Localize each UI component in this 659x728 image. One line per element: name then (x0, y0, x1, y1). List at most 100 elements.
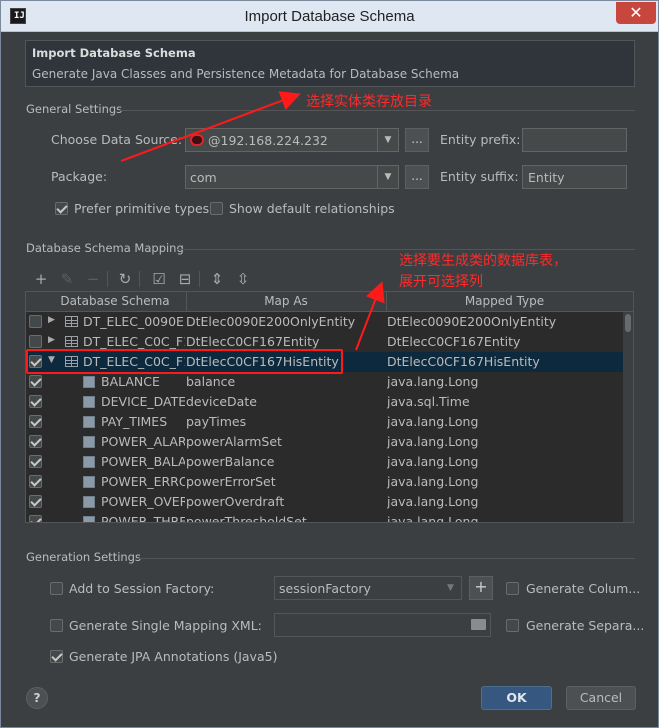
chevron-down-icon[interactable]: ▼ (377, 129, 398, 151)
show-default-rel-label: Show default relationships (229, 201, 395, 216)
database-icon (190, 134, 204, 146)
cell-map-as[interactable]: powerErrorSet (186, 474, 384, 489)
add-icon[interactable]: + (31, 269, 51, 289)
cell-mapped-type[interactable]: java.lang.Long (387, 514, 619, 522)
table-row[interactable]: POWER_ERRO powerErrorSet java.lang.Long (26, 472, 623, 492)
table-row[interactable]: BALANCE balance java.lang.Long (26, 372, 623, 392)
table-row[interactable]: POWER_OVER powerOverdraft java.lang.Long (26, 492, 623, 512)
jpa-annotations-label: Generate JPA Annotations (Java5) (69, 649, 278, 664)
prefer-primitive-checkbox[interactable] (55, 202, 68, 215)
cell-mapped-type[interactable]: java.lang.Long (387, 374, 619, 389)
scroll-thumb[interactable] (625, 314, 631, 332)
collapse-all-icon[interactable]: ⇳ (233, 269, 253, 289)
remove-icon[interactable]: − (83, 269, 103, 289)
unselect-all-icon[interactable]: ⊟ (175, 269, 195, 289)
cell-map-as[interactable]: payTimes (186, 414, 384, 429)
expand-all-icon[interactable]: ⇕ (207, 269, 227, 289)
package-value: com (190, 170, 217, 185)
cell-mapped-type[interactable]: java.lang.Long (387, 434, 619, 449)
browse-data-source-button[interactable]: ... (405, 128, 429, 152)
row-checkbox[interactable] (29, 475, 42, 488)
row-checkbox[interactable] (29, 335, 42, 348)
edit-icon[interactable]: ✎ (57, 269, 77, 289)
data-source-label: Choose Data Source: (51, 132, 183, 147)
cell-mapped-type[interactable]: DtElecC0CF167Entity (387, 334, 619, 349)
single-mapping-checkbox[interactable] (50, 619, 63, 632)
package-label: Package: (51, 169, 108, 184)
column-header-schema[interactable]: Database Schema (46, 294, 184, 308)
entity-suffix-field[interactable]: Entity (522, 165, 627, 189)
show-default-rel-checkbox[interactable] (210, 202, 223, 215)
cell-mapped-type[interactable]: java.sql.Time (387, 394, 619, 409)
column-icon (83, 436, 95, 448)
cell-map-as[interactable]: powerBalance (186, 454, 384, 469)
browse-package-button[interactable]: ... (405, 165, 429, 189)
table-row[interactable]: DEVICE_DATE deviceDate java.sql.Time (26, 392, 623, 412)
table-row[interactable]: POWER_ALARI powerAlarmSet java.lang.Long (26, 432, 623, 452)
cell-map-as[interactable]: DtElec0090E200OnlyEntity (186, 314, 384, 329)
row-checkbox[interactable] (29, 455, 42, 468)
cell-mapped-type[interactable]: java.lang.Long (387, 414, 619, 429)
vertical-scrollbar[interactable] (623, 312, 633, 522)
header-description: Generate Java Classes and Persistence Me… (32, 67, 460, 81)
cell-mapped-type[interactable]: DtElec0090E200OnlyEntity (387, 314, 619, 329)
table-row[interactable]: ▶DT_ELEC_0090E2(DtElec0090E200OnlyEntity… (26, 312, 623, 332)
row-checkbox[interactable] (29, 435, 42, 448)
cell-map-as[interactable]: powerAlarmSet (186, 434, 384, 449)
add-session-checkbox[interactable] (50, 582, 63, 595)
column-header-mapped-type[interactable]: Mapped Type (386, 294, 623, 308)
data-source-combo[interactable]: @192.168.224.232 ▼ (185, 128, 399, 152)
entity-prefix-field[interactable] (522, 128, 627, 152)
session-factory-value: sessionFactory (279, 581, 371, 596)
select-all-icon[interactable]: ☑ (149, 269, 169, 289)
close-button[interactable]: ✕ (616, 2, 656, 24)
cell-map-as[interactable]: powerThresholdSet (186, 514, 384, 522)
cell-schema: POWER_ALARI (101, 434, 185, 449)
table-row[interactable]: POWER_BALAI powerBalance java.lang.Long (26, 452, 623, 472)
jpa-annotations-checkbox[interactable] (50, 650, 63, 663)
cell-map-as[interactable]: DtElecC0CF167Entity (186, 334, 384, 349)
toolbar-separator (107, 271, 108, 287)
column-header-map-as[interactable]: Map As (186, 294, 386, 308)
cell-schema: POWER_ERRO (101, 474, 185, 489)
single-mapping-path-field[interactable] (274, 613, 491, 637)
cell-schema: DT_ELEC_C0C_F16 (83, 334, 185, 349)
chevron-down-icon[interactable]: ▼ (377, 166, 398, 188)
help-button[interactable]: ? (26, 687, 48, 709)
ok-button[interactable]: OK (481, 686, 552, 710)
package-combo[interactable]: com ▼ (185, 165, 399, 189)
cell-mapped-type[interactable]: java.lang.Long (387, 454, 619, 469)
cell-map-as[interactable]: balance (186, 374, 384, 389)
column-icon (83, 476, 95, 488)
column-icon (83, 456, 95, 468)
folder-icon[interactable] (471, 619, 486, 630)
cancel-button[interactable]: Cancel (566, 686, 636, 710)
data-source-value: @192.168.224.232 (208, 133, 328, 148)
table-row[interactable]: PAY_TIMES payTimes java.lang.Long (26, 412, 623, 432)
cell-schema: POWER_OVER (101, 494, 185, 509)
cell-mapped-type[interactable]: java.lang.Long (387, 494, 619, 509)
add-session-factory-button[interactable]: + (469, 576, 493, 600)
expand-arrow-icon[interactable]: ▶ (48, 335, 55, 345)
row-checkbox[interactable] (29, 395, 42, 408)
single-mapping-label: Generate Single Mapping XML: (69, 618, 262, 633)
cell-mapped-type[interactable]: DtElecC0CF167HisEntity (387, 354, 619, 369)
generation-settings-title: Generation Settings (26, 550, 141, 564)
table-row[interactable]: POWER_THRE powerThresholdSet java.lang.Lon… (26, 512, 623, 522)
cell-map-as[interactable]: powerOverdraft (186, 494, 384, 509)
refresh-icon[interactable]: ↻ (115, 269, 135, 289)
row-checkbox[interactable] (29, 515, 42, 522)
column-icon (83, 376, 95, 388)
row-checkbox[interactable] (29, 375, 42, 388)
session-factory-combo[interactable]: sessionFactory ▼ (274, 576, 462, 600)
schema-mapping-table[interactable]: Database Schema Map As Mapped Type ▶ DT_E… (25, 291, 634, 523)
cell-mapped-type[interactable]: java.lang.Long (387, 474, 619, 489)
cell-map-as[interactable]: deviceDate (186, 394, 384, 409)
expand-arrow-icon[interactable]: ▶ (48, 315, 55, 325)
generate-columns-checkbox[interactable] (506, 582, 519, 595)
row-checkbox[interactable] (29, 315, 42, 328)
row-checkbox[interactable] (29, 415, 42, 428)
chevron-down-icon[interactable]: ▼ (440, 577, 461, 599)
generate-separate-checkbox[interactable] (506, 619, 519, 632)
row-checkbox[interactable] (29, 495, 42, 508)
